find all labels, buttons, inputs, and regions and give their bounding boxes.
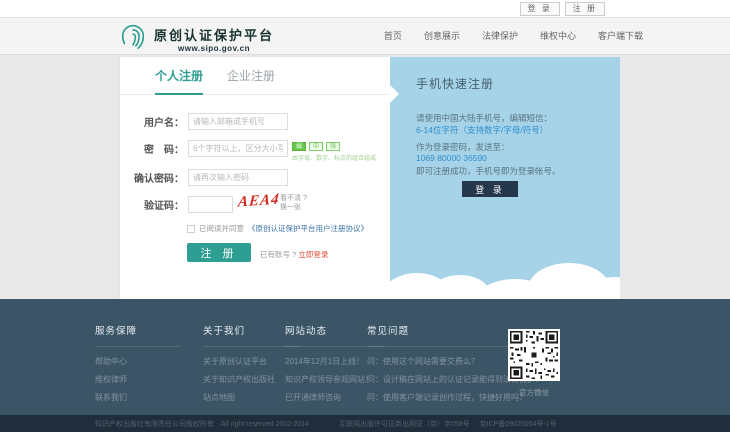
- footer-faq-item[interactable]: 问：设计稿在网站上的认证记录能得到法律保护？: [367, 374, 517, 385]
- footer-faq-item[interactable]: 问：使用这个网站需要交费么？: [367, 356, 517, 367]
- top-strip: 登 录 注 册: [0, 0, 730, 18]
- nav-home[interactable]: 首页: [384, 29, 402, 42]
- footer-faq-item[interactable]: 问：使用客户端记录创作过程，快捷好用吗？: [367, 392, 517, 403]
- panel-notch: [390, 85, 399, 103]
- captcha-image[interactable]: AEA4: [237, 191, 280, 211]
- cloud-decoration: [390, 287, 620, 299]
- mobile-panel-line3: 作为登录密码，发送至：: [416, 141, 510, 153]
- strength-medium: 中: [309, 142, 323, 151]
- footer-link[interactable]: 站点地图: [203, 392, 298, 403]
- footer-col-title: 常见问题: [367, 323, 517, 347]
- footer-link[interactable]: 帮助中心: [95, 356, 180, 367]
- username-input[interactable]: [188, 113, 288, 130]
- footer-col-service: 服务保障 帮助中心 维权律师 联系我们: [95, 323, 180, 410]
- register-submit-button[interactable]: 注 册: [187, 243, 251, 262]
- registration-tabs: 个人注册 企业注册: [120, 57, 390, 95]
- username-label: 用户名：: [120, 114, 184, 129]
- footer-link[interactable]: 联系我们: [95, 392, 180, 403]
- mobile-panel-title: 手机快速注册: [416, 75, 494, 92]
- license-text: 互联网出版许可证新出网证（京）字058号: [339, 419, 470, 429]
- mobile-panel-sms-number: 1069 80000 36590: [416, 153, 487, 163]
- footer-col-title: 关于我们: [203, 323, 298, 347]
- captcha-input[interactable]: [188, 196, 233, 213]
- nav-legal-protection[interactable]: 法律保护: [482, 29, 518, 42]
- strength-weak: 弱: [292, 142, 306, 151]
- site-logo[interactable]: 原创认证保护平台 www.sipo.gov.cn: [118, 21, 274, 56]
- footer-col-title: 服务保障: [95, 323, 180, 347]
- topbar-register-button[interactable]: 注 册: [565, 2, 605, 16]
- site-url: www.sipo.gov.cn: [154, 44, 274, 53]
- mobile-panel-login-button[interactable]: 登 录: [462, 181, 518, 197]
- header: 原创认证保护平台 www.sipo.gov.cn 首页 创意展示 法律保护 维权…: [0, 18, 730, 55]
- captcha-label: 验证码：: [120, 197, 184, 212]
- footer-link[interactable]: 维权律师: [95, 374, 180, 385]
- agreement-link[interactable]: 《原创认证保护平台用户注册协议》: [248, 223, 368, 234]
- topbar-login-button[interactable]: 登 录: [520, 2, 560, 16]
- captcha-refresh: 看不清 ? 换一张: [280, 194, 307, 212]
- wechat-qr-label: 官方微信: [508, 387, 560, 398]
- mobile-panel-line5: 即可注册成功，手机号即为登录帐号。: [416, 165, 561, 177]
- bottom-bar: 知识产权出版社有限责任公司版权所有 All right reserved 200…: [0, 415, 730, 432]
- nav-rights-center[interactable]: 维权中心: [540, 29, 576, 42]
- wechat-qr-code: [508, 329, 560, 381]
- mobile-panel-line1: 请使用中国大陆手机号，编辑短信：: [416, 112, 552, 124]
- agreement-prefix: 已阅读并同意: [199, 223, 244, 234]
- password-label: 密 码：: [120, 141, 184, 156]
- mobile-panel-line2: 6-14位字符（支持数字/字母/符号）: [416, 124, 548, 136]
- captcha-refresh-link[interactable]: 换一张: [280, 203, 307, 212]
- footer: 服务保障 帮助中心 维权律师 联系我们 关于我们 关于原创认证平台 关于知识产权…: [0, 299, 730, 415]
- footer-link[interactable]: 关于原创认证平台: [203, 356, 298, 367]
- footer-col-about: 关于我们 关于原创认证平台 关于知识产权出版社 站点地图: [203, 323, 298, 410]
- have-account-text: 已有账号 ?: [260, 250, 296, 259]
- site-title: 原创认证保护平台: [154, 25, 274, 44]
- mobile-quick-register-panel: 手机快速注册 请使用中国大陆手机号，编辑短信： 6-14位字符（支持数字/字母/…: [390, 57, 620, 299]
- nav-client-download[interactable]: 客户端下载: [598, 29, 643, 42]
- icp-text: 京ICP备09025054号-1号: [480, 419, 557, 429]
- confirm-password-label: 确认密码：: [120, 170, 184, 185]
- footer-col-faq: 常见问题 问：使用这个网站需要交费么？ 问：设计稿在网站上的认证记录能得到法律保…: [367, 323, 517, 410]
- password-strength-hint: 由字母、数字、标点的组合组成: [292, 153, 376, 162]
- tab-enterprise-register[interactable]: 企业注册: [227, 57, 275, 95]
- fingerprint-icon: [118, 21, 148, 56]
- tab-personal-register[interactable]: 个人注册: [155, 57, 203, 95]
- copyright-text: 知识产权出版社有限责任公司版权所有 All right reserved 200…: [95, 419, 309, 429]
- registration-card: 个人注册 企业注册 用户名： 密 码： 弱 中 强 由字母、数字、标点的组合组成…: [120, 57, 390, 299]
- password-input[interactable]: [188, 140, 288, 157]
- agreement-checkbox[interactable]: [187, 225, 195, 233]
- confirm-password-input[interactable]: [188, 169, 288, 186]
- nav-creative-display[interactable]: 创意展示: [424, 29, 460, 42]
- captcha-refresh-line1: 看不清 ?: [280, 194, 307, 203]
- main-nav: 首页 创意展示 法律保护 维权中心 客户端下载: [384, 29, 643, 42]
- login-now-link[interactable]: 立即登录: [298, 250, 328, 259]
- password-strength-meter: 弱 中 强: [292, 142, 340, 151]
- footer-link[interactable]: 关于知识产权出版社: [203, 374, 298, 385]
- strength-strong: 强: [326, 142, 340, 151]
